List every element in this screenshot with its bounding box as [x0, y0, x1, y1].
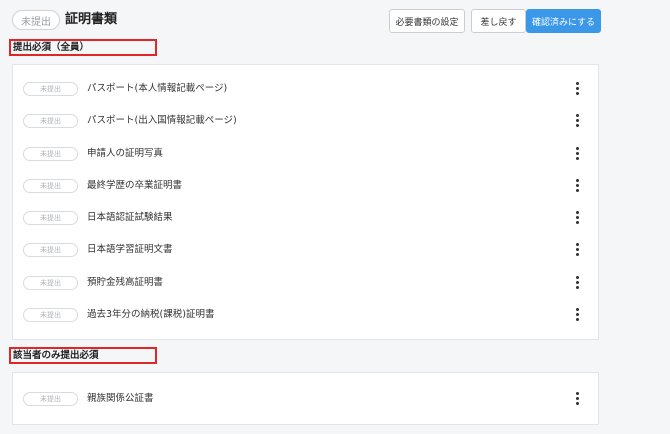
document-row: 未提出 パスポート(本人情報記載ページ)	[13, 73, 598, 105]
return-button[interactable]: 差し戻す	[471, 9, 526, 33]
mark-confirmed-button[interactable]: 確認済みにする	[526, 9, 601, 33]
document-status-badge: 未提出	[23, 211, 78, 225]
document-status-badge: 未提出	[23, 114, 78, 128]
document-row: 未提出 預貯金残高証明書	[13, 267, 598, 299]
more-vertical-icon[interactable]	[574, 275, 580, 291]
document-row: 未提出 パスポート(出入国情報記載ページ)	[13, 105, 598, 137]
more-vertical-icon[interactable]	[574, 146, 580, 162]
section-heading-applicable-only: 該当者のみ提出必須	[9, 347, 157, 364]
required-documents-settings-button[interactable]: 必要書類の設定	[389, 9, 465, 33]
document-row: 未提出 過去3年分の納税(課税)証明書	[13, 299, 598, 331]
document-row: 未提出 日本語認証試験結果	[13, 202, 598, 234]
document-name: 日本語学習証明文書	[87, 244, 173, 255]
document-row: 未提出 日本語学習証明文書	[13, 234, 598, 266]
document-name: 最終学歴の卒業証明書	[87, 180, 183, 191]
status-badge: 未提出	[12, 10, 60, 30]
document-row: 未提出 親族関係公証書	[13, 383, 598, 415]
document-status-badge: 未提出	[23, 243, 78, 257]
document-status-badge: 未提出	[23, 392, 78, 406]
required-documents-list: 未提出 パスポート(本人情報記載ページ) 未提出 パスポート(出入国情報記載ペー…	[12, 64, 599, 340]
document-row: 未提出 最終学歴の卒業証明書	[13, 170, 598, 202]
document-name: パスポート(出入国情報記載ページ)	[87, 115, 237, 126]
document-name: パスポート(本人情報記載ページ)	[87, 83, 228, 94]
document-name: 預貯金残高証明書	[87, 277, 164, 288]
more-vertical-icon[interactable]	[574, 242, 580, 258]
more-vertical-icon[interactable]	[574, 391, 580, 407]
document-status-badge: 未提出	[23, 276, 78, 290]
page-title: 証明書類	[65, 12, 118, 27]
document-status-badge: 未提出	[23, 147, 78, 161]
document-name: 日本語認証試験結果	[87, 212, 173, 223]
more-vertical-icon[interactable]	[574, 210, 580, 226]
document-status-badge: 未提出	[23, 308, 78, 322]
document-name: 過去3年分の納税(課税)証明書	[87, 309, 215, 320]
document-row: 未提出 申請人の証明写真	[13, 138, 598, 170]
page-header: 未提出 証明書類 必要書類の設定 差し戻す 確認済みにする	[12, 9, 601, 33]
more-vertical-icon[interactable]	[574, 113, 580, 129]
conditional-documents-list: 未提出 親族関係公証書	[12, 372, 599, 425]
more-vertical-icon[interactable]	[574, 81, 580, 97]
document-name: 親族関係公証書	[87, 393, 154, 404]
document-status-badge: 未提出	[23, 82, 78, 96]
more-vertical-icon[interactable]	[574, 307, 580, 323]
section-heading-required-all: 提出必須（全員）	[9, 39, 157, 56]
document-status-badge: 未提出	[23, 179, 78, 193]
more-vertical-icon[interactable]	[574, 178, 580, 194]
document-name: 申請人の証明写真	[87, 148, 164, 159]
